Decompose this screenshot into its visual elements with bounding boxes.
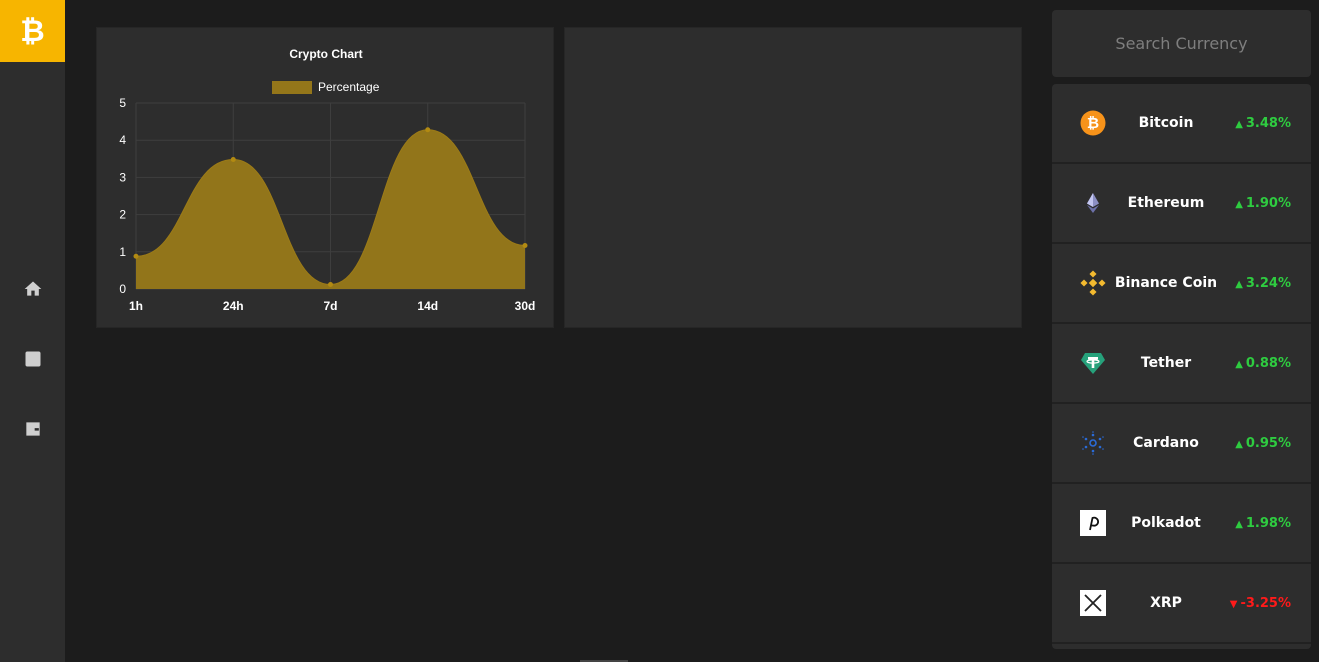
coin-change: ▲ 3.48%	[1235, 116, 1291, 131]
logo[interactable]: ₿	[0, 0, 65, 62]
x-tick-label: 1h	[129, 299, 143, 313]
secondary-panel	[564, 27, 1022, 328]
coin-change-value: 1.98%	[1245, 515, 1291, 531]
arrow-down-icon: ▼	[1229, 598, 1238, 610]
coin-change: ▲ 1.90%	[1235, 196, 1291, 211]
home-icon	[24, 281, 41, 296]
legend-swatch	[272, 81, 312, 94]
coin-change: ▲ 1.98%	[1235, 516, 1291, 531]
chart-icon	[25, 351, 40, 367]
coin-change: ▲ 0.88%	[1235, 356, 1291, 371]
coin-row[interactable]: Ethereum ▲ 1.90%	[1052, 164, 1311, 244]
coin-row[interactable]: XRP ▼ -3.25%	[1052, 564, 1311, 644]
search-input[interactable]	[1052, 10, 1311, 77]
binance-coin-icon	[1080, 270, 1106, 296]
arrow-up-icon: ▲	[1235, 518, 1243, 530]
x-tick-label: 24h	[223, 299, 244, 313]
chart-panel: Crypto Chart Percentage 0 1 2 3 4 5 1h 24h 7d 14d 30…	[96, 27, 554, 328]
y-tick-label: 5	[119, 96, 126, 110]
ethereum-icon	[1080, 190, 1106, 216]
coin-change-value: 0.88%	[1245, 355, 1291, 371]
y-tick-label: 3	[119, 170, 126, 184]
x-tick-label: 7d	[323, 299, 337, 313]
coin-list: ₿ Bitcoin ▲ 3.48% Ethereum ▲ 1.90% Binance Coin…	[1052, 84, 1311, 649]
coin-name: Binance Coin	[1114, 275, 1218, 291]
arrow-up-icon: ▲	[1235, 438, 1243, 450]
coin-change-value: 3.24%	[1245, 275, 1291, 291]
coin-change: ▲ 0.95%	[1235, 436, 1291, 451]
polkadot-icon	[1080, 510, 1106, 536]
coin-name: Bitcoin	[1138, 115, 1194, 131]
bitcoin-logo-icon: ₿	[20, 13, 45, 49]
bitcoin-icon: ₿	[1080, 110, 1106, 136]
cardano-icon	[1080, 430, 1106, 456]
coin-name: Ethereum	[1127, 195, 1205, 211]
y-tick-label: 2	[119, 208, 126, 222]
coin-name: Cardano	[1133, 435, 1199, 451]
nav-wallet[interactable]	[0, 411, 65, 447]
coin-change-value: 0.95%	[1245, 435, 1291, 451]
arrow-up-icon: ▲	[1235, 278, 1243, 290]
coin-row[interactable]: Polkadot ▲ 1.98%	[1052, 484, 1311, 564]
wallet-icon	[25, 422, 40, 436]
coin-row[interactable]: Cardano ▲ 0.95%	[1052, 404, 1311, 484]
coin-row[interactable]: Tether ▲ 0.88%	[1052, 324, 1311, 404]
coin-name: Polkadot	[1131, 515, 1201, 531]
data-point	[133, 253, 139, 259]
nav-home[interactable]	[0, 271, 65, 307]
xrp-icon	[1080, 590, 1106, 616]
data-point	[425, 127, 431, 133]
x-tick-label: 30d	[515, 299, 536, 313]
coin-change-value: 1.90%	[1245, 195, 1291, 211]
chart-title: Crypto Chart	[289, 47, 362, 61]
crypto-chart: Crypto Chart Percentage 0 1 2 3 4 5 1h 24h 7d 14d 30…	[119, 47, 536, 313]
nav-chart[interactable]	[0, 341, 65, 377]
y-tick-label: 1	[119, 245, 126, 259]
data-point	[230, 157, 236, 163]
coin-change-value: -3.25%	[1240, 595, 1292, 611]
x-tick-label: 14d	[417, 299, 438, 313]
y-tick-label: 0	[119, 282, 126, 296]
y-tick-label: 4	[119, 133, 126, 147]
coin-change-value: 3.48%	[1245, 115, 1291, 131]
coin-change: ▲ 3.24%	[1235, 276, 1291, 291]
coin-row[interactable]: ₿ Bitcoin ▲ 3.48%	[1052, 84, 1311, 164]
coin-name: Tether	[1140, 355, 1192, 371]
sidebar: ₿	[0, 0, 65, 662]
data-point	[522, 242, 528, 248]
arrow-up-icon: ▲	[1235, 358, 1243, 370]
legend-label: Percentage	[318, 80, 380, 94]
coin-change: ▼ -3.25%	[1230, 596, 1291, 611]
svg-text:₿: ₿	[1087, 114, 1099, 132]
coin-row[interactable]: Binance Coin ▲ 3.24%	[1052, 244, 1311, 324]
arrow-up-icon: ▲	[1235, 198, 1243, 210]
arrow-up-icon: ▲	[1235, 118, 1243, 130]
data-point	[328, 282, 333, 288]
tether-icon	[1080, 350, 1106, 376]
coin-name: XRP	[1150, 595, 1182, 611]
